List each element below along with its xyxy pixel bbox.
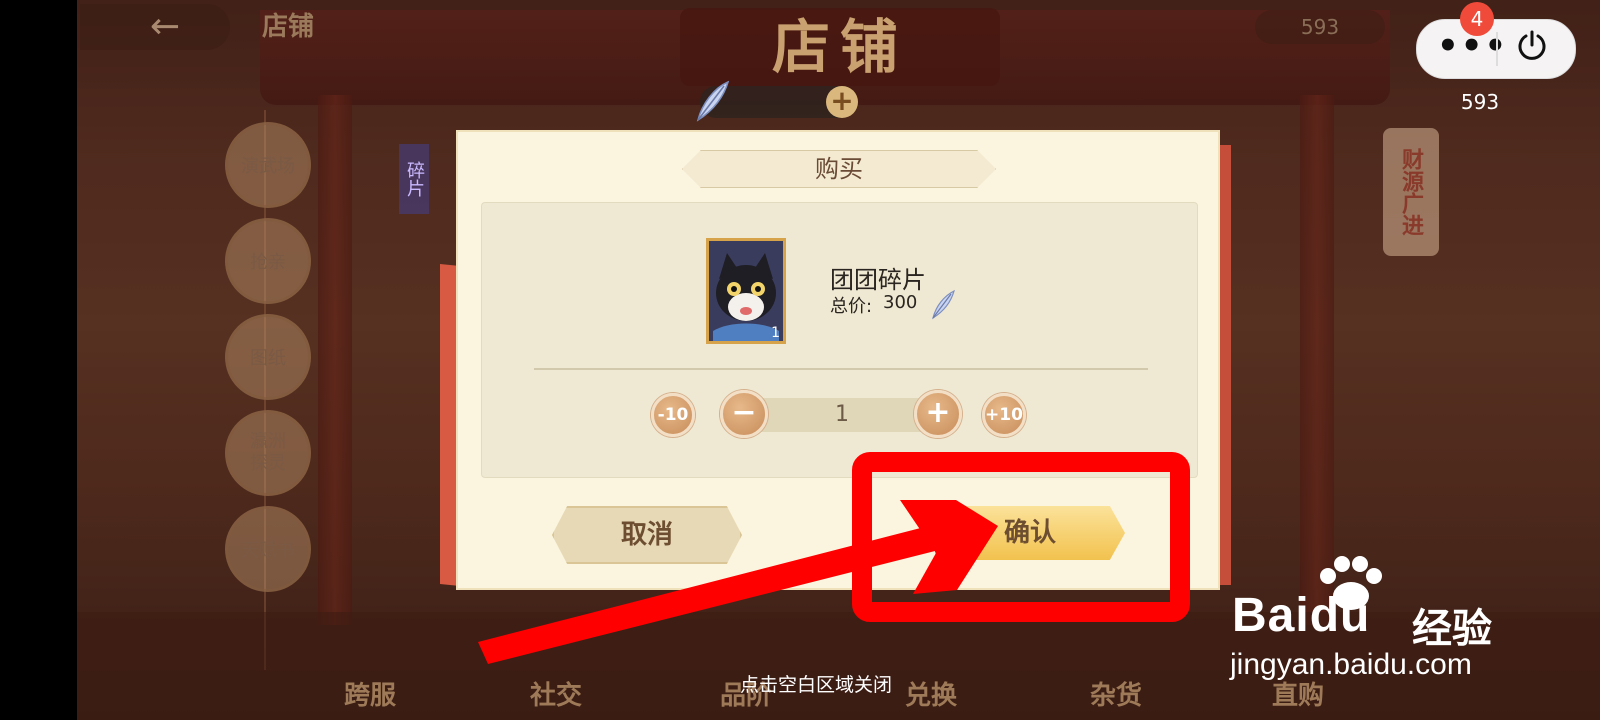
sidebar-item-blueprint[interactable]: 图纸: [225, 314, 311, 400]
plus-ten-button[interactable]: +10: [982, 393, 1026, 437]
confirm-button[interactable]: 确认: [935, 506, 1125, 560]
total-price-value: 300: [883, 292, 918, 313]
sidebar-item-arena[interactable]: 演武场: [225, 122, 311, 208]
item-name: 团团碎片: [830, 266, 926, 294]
game-screen: ← 店铺 店铺 593 ••• 4 593 + 演武场 抢亲 图纸 瀛洲 探灵 …: [0, 0, 1600, 720]
dialog-edge-right: [1217, 145, 1231, 585]
dialog-title-plate: 购买: [682, 150, 996, 188]
minus-button[interactable]: −: [720, 390, 768, 438]
lucky-banner: 财源广进: [1383, 128, 1439, 256]
sidebar-item-label: 抢亲: [250, 252, 286, 273]
item-thumbnail: 1: [706, 238, 786, 344]
feather-icon: [932, 289, 955, 320]
item-icon-quantity: 1: [771, 325, 780, 341]
watermark-cn: 经验: [1412, 606, 1492, 652]
cancel-button[interactable]: 取消: [552, 506, 742, 564]
dialog-edge-left: [440, 263, 460, 587]
sidebar-item-marriage[interactable]: 抢亲: [225, 218, 311, 304]
close-hint: 点击空白区域关闭: [740, 674, 893, 696]
currency-top-amount: 593: [1255, 10, 1385, 44]
total-price-label: 总价:: [830, 296, 873, 317]
header-back-label: 店铺: [262, 12, 315, 42]
minus-ten-button[interactable]: -10: [651, 393, 695, 437]
dialog-title: 购买: [815, 155, 863, 183]
content-divider: [534, 368, 1148, 370]
sidebar-item-explore[interactable]: 瀛洲 探灵: [225, 410, 311, 496]
item-info-box: [481, 202, 1198, 478]
menu-divider: [1496, 32, 1498, 66]
plus-button[interactable]: +: [914, 390, 962, 438]
nav-exchange[interactable]: 兑换: [905, 675, 957, 712]
nav-cross-server[interactable]: 跨服: [344, 675, 396, 712]
page-title: 店铺: [680, 8, 1000, 86]
watermark-brand: Baidu: [1232, 589, 1371, 642]
power-icon[interactable]: [1515, 28, 1549, 62]
quantity-value[interactable]: 1: [760, 398, 924, 432]
nav-misc[interactable]: 杂货: [1090, 675, 1142, 712]
sidebar-item-talent-book[interactable]: 天赋书: [225, 506, 311, 592]
add-currency-button[interactable]: +: [826, 86, 858, 118]
tab-fragment[interactable]: 碎片: [399, 144, 429, 214]
watermark-url: jingyan.baidu.com: [1230, 648, 1472, 681]
back-arrow-icon[interactable]: ←: [150, 6, 180, 47]
sidebar-item-label: 瀛洲 探灵: [250, 431, 286, 474]
nav-social[interactable]: 社交: [530, 675, 582, 712]
sidebar-item-label: 天赋书: [241, 540, 295, 561]
currency-amount: 593: [1460, 90, 1500, 114]
sidebar-item-label: 图纸: [250, 348, 286, 369]
notification-badge: 4: [1460, 2, 1494, 36]
feather-icon: [696, 80, 730, 122]
sidebar-item-label: 演武场: [241, 156, 295, 177]
system-menu-capsule: •••: [1416, 19, 1576, 79]
